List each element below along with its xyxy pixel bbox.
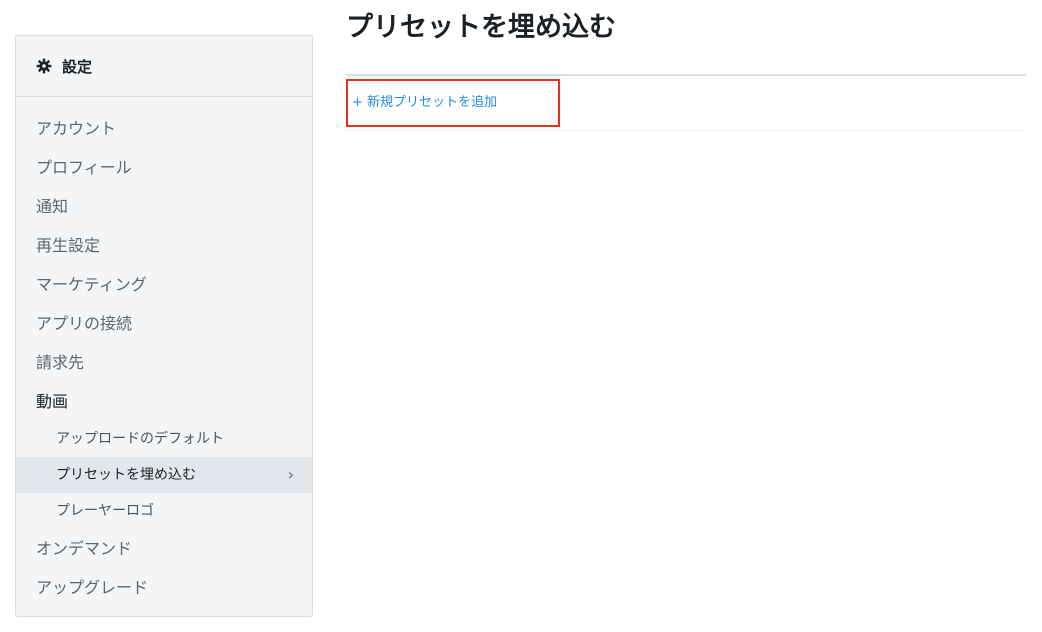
sidebar-header: 設定	[16, 36, 312, 97]
sidebar-item-playback[interactable]: 再生設定	[16, 226, 312, 265]
sidebar-subitem-upload-defaults[interactable]: アップロードのデフォルト	[16, 421, 312, 457]
settings-nav: アカウント プロフィール 通知 再生設定 マーケティング アプリの接続 請求先 …	[16, 97, 312, 607]
settings-page: 設定 アカウント プロフィール 通知 再生設定 マーケティング アプリの接続 請…	[0, 0, 1042, 632]
settings-sidebar: 設定 アカウント プロフィール 通知 再生設定 マーケティング アプリの接続 請…	[15, 35, 313, 617]
sidebar-subitem-embed-presets[interactable]: プリセットを埋め込む ›	[16, 457, 312, 493]
sidebar-subitem-label: プリセットを埋め込む	[56, 467, 196, 483]
sidebar-item-account[interactable]: アカウント	[16, 109, 312, 148]
chevron-right-icon: ›	[287, 465, 294, 484]
presets-list: + 新規プリセットを追加	[346, 76, 1026, 131]
sidebar-item-billing[interactable]: 請求先	[16, 343, 312, 382]
page-title: プリセットを埋め込む	[346, 12, 616, 43]
add-preset-button[interactable]: + 新規プリセットを追加	[346, 79, 560, 127]
sidebar-item-marketing[interactable]: マーケティング	[16, 265, 312, 304]
sidebar-item-upgrade[interactable]: アップグレード	[16, 568, 312, 607]
sidebar-item-connected-apps[interactable]: アプリの接続	[16, 304, 312, 343]
sidebar-title: 設定	[62, 57, 93, 76]
sidebar-subitem-player-logo[interactable]: プレーヤーロゴ	[16, 493, 312, 529]
sidebar-item-profile[interactable]: プロフィール	[16, 148, 312, 187]
sidebar-item-notifications[interactable]: 通知	[16, 187, 312, 226]
sidebar-item-videos[interactable]: 動画	[16, 382, 312, 421]
gear-icon	[36, 58, 52, 74]
sidebar-item-on-demand[interactable]: オンデマンド	[16, 529, 312, 568]
